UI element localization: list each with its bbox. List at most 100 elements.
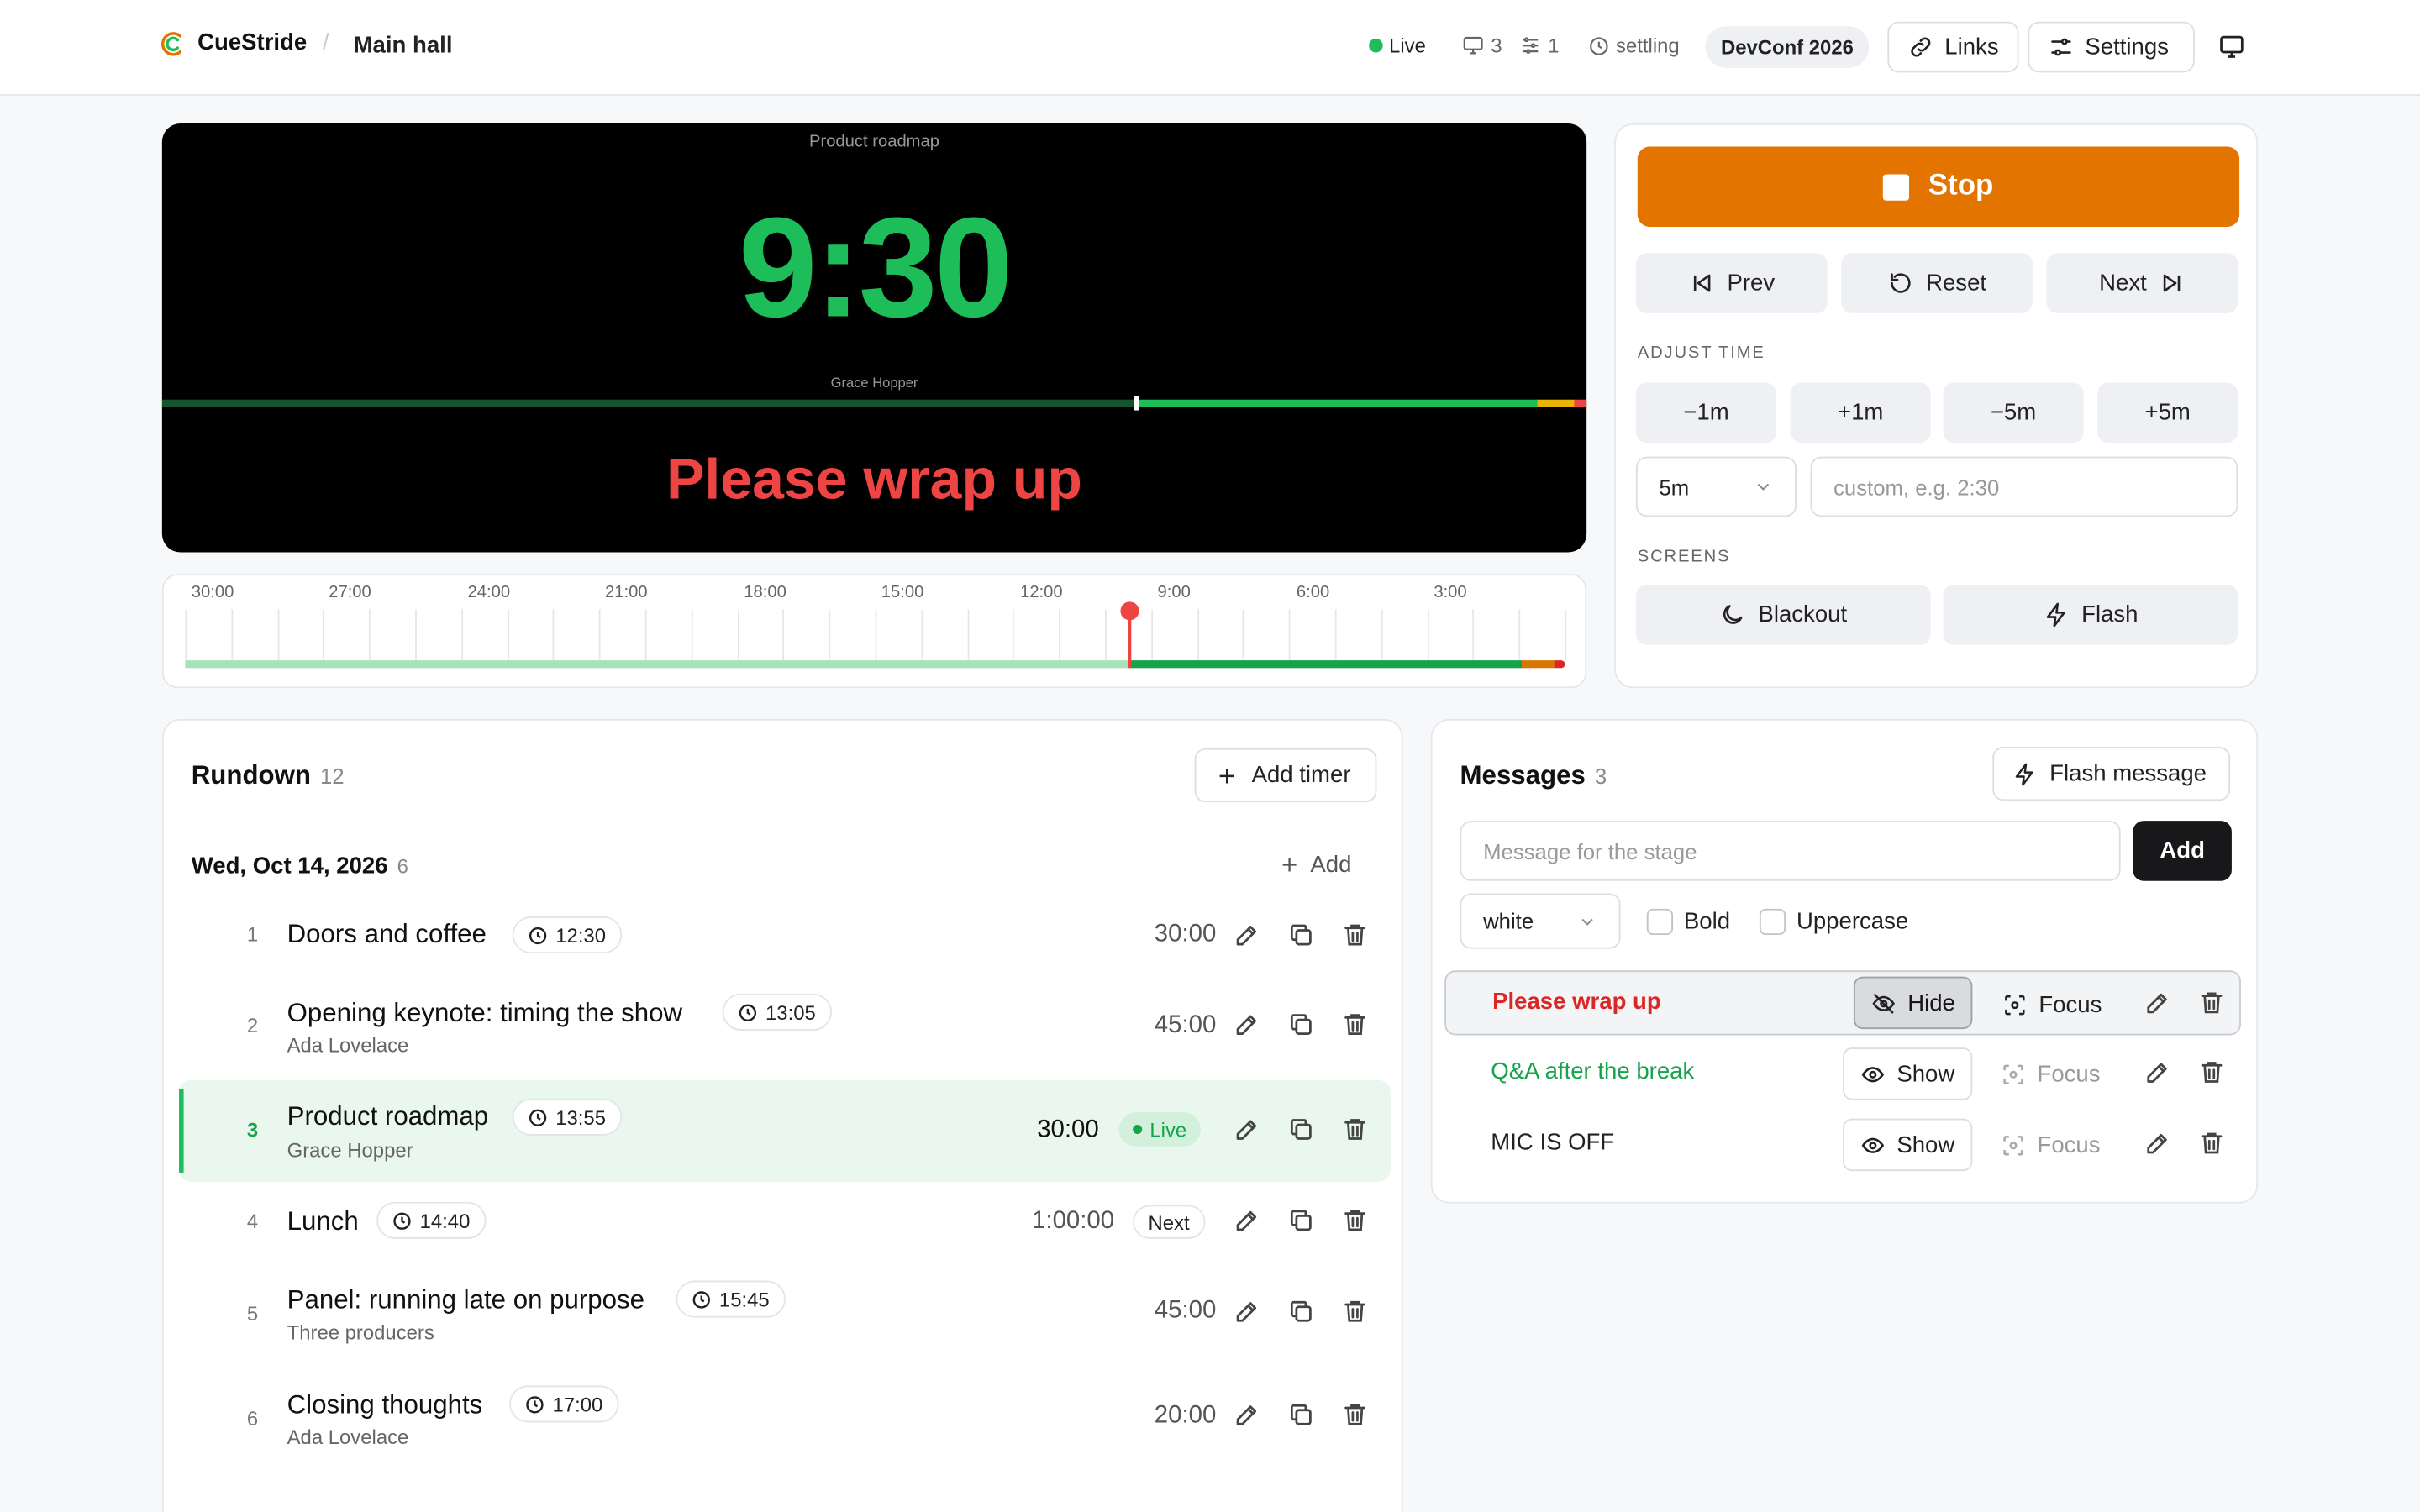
hide-label: Hide xyxy=(1907,990,1955,1016)
cue-title[interactable]: Opening keynote: timing the show xyxy=(287,998,682,1029)
edit-icon[interactable] xyxy=(2144,989,2171,1016)
message-color-select[interactable]: white xyxy=(1460,893,1621,949)
edit-icon[interactable] xyxy=(1234,1011,1261,1038)
links-button[interactable]: Links xyxy=(1887,21,2019,73)
rundown-row[interactable]: 2 Opening keynote: timing the show Ada L… xyxy=(179,979,1391,1081)
bold-label[interactable]: Bold xyxy=(1684,909,1730,935)
focus-message-button[interactable]: Focus xyxy=(1986,978,2118,1030)
timeline-tick xyxy=(1105,609,1107,661)
event-name-pill[interactable]: DevConf 2026 xyxy=(1705,26,1870,68)
cue-title[interactable]: Product roadmap xyxy=(287,1101,489,1132)
settings-button[interactable]: Settings xyxy=(2028,21,2195,73)
messages-card: Messages 3 Flash message Add white Bold U… xyxy=(1430,718,2259,1204)
hide-message-button[interactable]: Hide xyxy=(1853,976,1973,1030)
message-row[interactable]: Q&A after the break Show Focus xyxy=(1444,1042,2241,1103)
cue-duration[interactable]: 30:00 xyxy=(1136,921,1217,949)
cue-speaker: Three producers xyxy=(287,1320,434,1344)
custom-time-input[interactable] xyxy=(1810,456,2238,517)
uppercase-checkbox[interactable] xyxy=(1759,908,1786,936)
blackout-button[interactable]: Blackout xyxy=(1635,585,1931,645)
timeline-scrubber[interactable]: 30:00 27:00 24:00 21:00 18:00 15:00 12:0… xyxy=(161,574,1587,689)
cue-start-time[interactable]: 17:00 xyxy=(509,1385,618,1423)
delete-icon[interactable] xyxy=(1341,1401,1369,1429)
cue-start-time[interactable]: 12:30 xyxy=(512,916,622,954)
edit-icon[interactable] xyxy=(1234,1116,1261,1143)
cue-duration[interactable]: 1:00:00 xyxy=(1013,1208,1114,1236)
stop-button[interactable]: Stop xyxy=(1637,146,2240,227)
plus-1m-button[interactable]: +1m xyxy=(1790,382,1931,444)
duplicate-icon[interactable] xyxy=(1287,1206,1315,1234)
duplicate-icon[interactable] xyxy=(1287,1298,1315,1326)
edit-icon[interactable] xyxy=(1234,1401,1261,1429)
controls-card: Stop Prev Reset Next ADJUST TIME −1m +1m… xyxy=(1614,123,2259,689)
minus-5m-button[interactable]: −5m xyxy=(1943,382,2084,444)
minus-1m-button[interactable]: −1m xyxy=(1635,382,1777,444)
controllers-count-value: 1 xyxy=(1548,34,1560,57)
rundown-row[interactable]: 4 Lunch 14:40 1:00:00 Next xyxy=(179,1171,1391,1273)
cue-duration[interactable]: 30:00 xyxy=(1018,1117,1099,1145)
delete-icon[interactable] xyxy=(2198,1129,2226,1157)
edit-icon[interactable] xyxy=(2144,1129,2171,1157)
rundown-row[interactable]: 6 Closing thoughts Ada Lovelace 17:00 20… xyxy=(179,1366,1391,1467)
rundown-row[interactable]: 1 Doors and coffee 12:30 30:00 xyxy=(179,890,1391,992)
rundown-row-live[interactable]: 3 Product roadmap Grace Hopper 13:55 30:… xyxy=(179,1079,1391,1182)
edit-icon[interactable] xyxy=(1234,1298,1261,1326)
next-button[interactable]: Next xyxy=(2046,253,2238,313)
add-to-day-button[interactable]: Add xyxy=(1278,852,1351,878)
add-timer-label: Add timer xyxy=(1251,762,1351,789)
cue-start-time[interactable]: 14:40 xyxy=(376,1201,486,1239)
room-name[interactable]: Main hall xyxy=(354,33,453,59)
message-row-active[interactable]: Please wrap up Hide Focus xyxy=(1444,970,2241,1036)
timeline-label: 18:00 xyxy=(744,583,786,602)
edit-icon[interactable] xyxy=(2144,1058,2171,1086)
bold-checkbox[interactable] xyxy=(1646,908,1674,936)
cue-title[interactable]: Lunch xyxy=(287,1206,359,1237)
delete-icon[interactable] xyxy=(1341,1116,1369,1143)
cue-title[interactable]: Panel: running late on purpose xyxy=(287,1285,644,1316)
focus-message-button-disabled[interactable]: Focus xyxy=(1985,1119,2116,1171)
show-message-button[interactable]: Show xyxy=(1843,1118,1972,1172)
add-timer-button[interactable]: Add timer xyxy=(1194,748,1377,803)
edit-icon[interactable] xyxy=(1234,921,1261,949)
delete-icon[interactable] xyxy=(1341,1298,1369,1326)
rundown-row[interactable]: 5 Panel: running late on purpose Three p… xyxy=(179,1261,1391,1362)
cue-title[interactable]: Doors and coffee xyxy=(287,920,487,951)
edit-icon[interactable] xyxy=(1234,1206,1261,1234)
live-status: Live xyxy=(1369,34,1426,57)
cue-duration[interactable]: 20:00 xyxy=(1136,1403,1217,1431)
duplicate-icon[interactable] xyxy=(1287,1116,1315,1143)
uppercase-label[interactable]: Uppercase xyxy=(1797,909,1908,935)
message-text[interactable]: Q&A after the break xyxy=(1491,1058,1694,1084)
duplicate-icon[interactable] xyxy=(1287,1401,1315,1429)
delete-icon[interactable] xyxy=(1341,1206,1369,1234)
show-message-button[interactable]: Show xyxy=(1843,1047,1972,1100)
delete-icon[interactable] xyxy=(2198,1058,2226,1086)
cue-start-time[interactable]: 13:05 xyxy=(722,993,832,1031)
duplicate-icon[interactable] xyxy=(1287,921,1315,949)
cue-title[interactable]: Closing thoughts xyxy=(287,1390,483,1421)
duplicate-icon[interactable] xyxy=(1287,1011,1315,1038)
step-select[interactable]: 5m xyxy=(1635,456,1797,517)
screens-count: 3 xyxy=(1461,34,1502,57)
delete-icon[interactable] xyxy=(2198,989,2226,1016)
cue-duration[interactable]: 45:00 xyxy=(1136,1012,1217,1040)
message-input[interactable] xyxy=(1460,821,2121,881)
message-text[interactable]: Please wrap up xyxy=(1492,989,1661,1015)
reset-button[interactable]: Reset xyxy=(1841,253,2033,313)
cue-start-time[interactable]: 15:45 xyxy=(676,1280,786,1318)
flash-message-button[interactable]: Flash message xyxy=(1992,746,2231,801)
message-row[interactable]: MIC IS OFF Show Focus xyxy=(1444,1112,2241,1173)
display-output-icon[interactable] xyxy=(2217,33,2245,60)
cue-duration[interactable]: 45:00 xyxy=(1136,1298,1217,1326)
cue-start-time[interactable]: 13:55 xyxy=(512,1098,622,1136)
plus-5m-button[interactable]: +5m xyxy=(2097,382,2238,444)
add-message-button[interactable]: Add xyxy=(2133,821,2232,881)
delete-icon[interactable] xyxy=(1341,1011,1369,1038)
brand-name[interactable]: CueStride xyxy=(197,29,307,55)
flash-button[interactable]: Flash xyxy=(1943,585,2238,645)
playhead-handle[interactable] xyxy=(1120,601,1139,621)
delete-icon[interactable] xyxy=(1341,921,1369,949)
focus-message-button-disabled[interactable]: Focus xyxy=(1985,1047,2116,1100)
message-text[interactable]: MIC IS OFF xyxy=(1491,1129,1614,1155)
prev-button[interactable]: Prev xyxy=(1635,253,1828,313)
